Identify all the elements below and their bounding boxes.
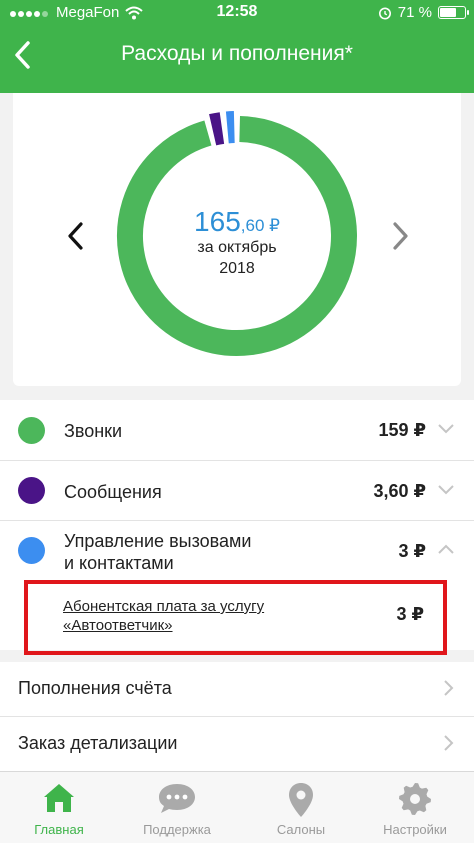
- call-management-color-dot: [18, 537, 45, 564]
- map-pin-icon: [289, 783, 313, 817]
- link-row-topups[interactable]: Пополнения счёта: [0, 662, 474, 718]
- chevron-right-icon: [444, 680, 454, 696]
- link-row-detalization[interactable]: Заказ детализации: [0, 717, 474, 773]
- donut-slice-1[interactable]: [209, 112, 225, 146]
- chevron-right-icon: [444, 735, 454, 751]
- tab-label: Поддержка: [143, 822, 211, 837]
- tab-settings[interactable]: Настройки: [356, 772, 474, 843]
- link-label: Заказ детализации: [18, 733, 178, 753]
- category-list: Звонки 159 ₽ Сообщения 3,60 ₽ Управление…: [0, 400, 474, 580]
- category-row-messages[interactable]: Сообщения 3,60 ₽: [0, 461, 474, 520]
- gear-icon: [399, 783, 431, 815]
- category-label-line1: Управление вызовами: [64, 531, 252, 551]
- period-year: 2018: [219, 260, 255, 277]
- total-amount-rubles: 165: [194, 206, 241, 237]
- tab-label: Салоны: [276, 822, 326, 837]
- link-label: Пополнения счёта: [18, 678, 172, 698]
- tab-label: Настройки: [383, 822, 447, 837]
- home-icon: [44, 784, 74, 812]
- category-value: 3,60 ₽: [373, 481, 426, 501]
- category-label: Сообщения: [64, 482, 162, 502]
- category-row-call-management[interactable]: Управление вызовами и контактами 3 ₽: [0, 521, 474, 580]
- expenses-donut-chart[interactable]: [0, 0, 474, 400]
- chat-bubble-icon: [159, 784, 195, 813]
- tab-support[interactable]: Поддержка: [118, 772, 236, 843]
- total-amount-fraction: ,60 ₽: [240, 216, 280, 235]
- tab-label: Главная: [34, 822, 84, 837]
- category-value: 159 ₽: [378, 420, 426, 440]
- messages-color-dot: [18, 477, 45, 504]
- category-value: 3 ₽: [398, 541, 426, 561]
- highlight-frame: [24, 580, 447, 655]
- tab-bar: Главная Поддержка Салоны Настройки: [0, 771, 474, 843]
- next-period-arrow-icon[interactable]: [388, 220, 412, 252]
- chevron-down-icon: [438, 485, 454, 495]
- chevron-down-icon: [438, 424, 454, 434]
- category-row-calls[interactable]: Звонки 159 ₽: [0, 400, 474, 460]
- previous-period-arrow-icon[interactable]: [64, 220, 88, 252]
- links-list: Пополнения счёта Заказ детализации: [0, 662, 474, 771]
- category-label: Звонки: [64, 421, 123, 441]
- tab-home[interactable]: Главная: [0, 772, 118, 843]
- category-label: Управление вызовами и контактами: [64, 530, 251, 574]
- chevron-up-icon: [438, 544, 454, 554]
- category-label-line2: и контактами: [64, 553, 174, 573]
- tab-stores[interactable]: Салоны: [242, 772, 360, 843]
- calls-color-dot: [18, 417, 45, 444]
